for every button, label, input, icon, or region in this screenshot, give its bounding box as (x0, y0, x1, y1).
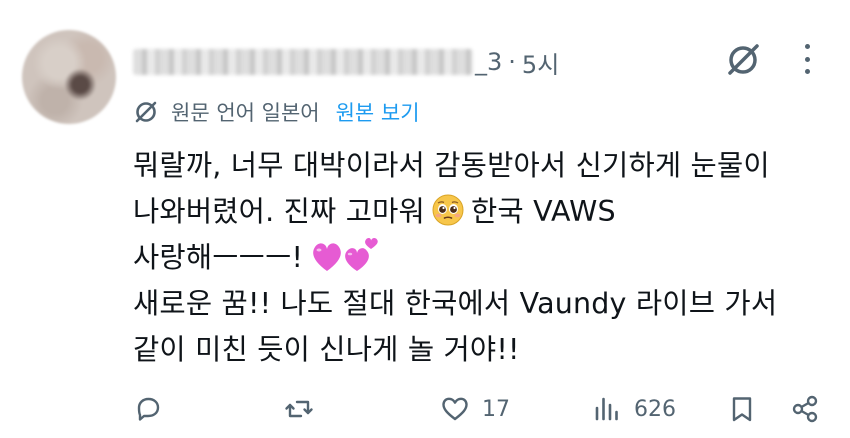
bookmark-button[interactable] (727, 385, 757, 433)
reply-icon (137, 397, 160, 421)
share-button[interactable] (790, 385, 820, 433)
views-count: 626 (634, 396, 676, 422)
post-body: 뭐랄까, 너무 대박이라서 감동받아서 신기하게 눈물이 나와버렸어. 진짜 고… (133, 143, 833, 373)
reply-button[interactable] (133, 385, 175, 433)
grok-icon[interactable] (724, 42, 764, 78)
two-hearts-emoji (313, 238, 378, 271)
body-line: 새로운 꿈!! 나도 절대 한국에서 Vaundy 라이브 가서 (133, 287, 778, 320)
repost-button[interactable] (284, 385, 326, 433)
post-time[interactable]: 5시 (522, 45, 559, 80)
like-button[interactable]: 17 (440, 385, 510, 433)
body-line: 나와버렸어. 진짜 고마워 한국 VAWS (133, 189, 833, 235)
share-icon (792, 395, 818, 423)
views-icon (595, 397, 618, 421)
translation-row: 원문 언어 일본어 원본 보기 (133, 97, 420, 127)
blurred-user-name[interactable] (133, 49, 473, 75)
post-header: _3 · 5시 (133, 40, 559, 84)
body-line-text: 한국 VAWS (470, 195, 616, 228)
separator-dot: · (508, 48, 516, 76)
body-line: 사랑해ㅡㅡㅡ! (133, 235, 833, 281)
repost-icon (285, 400, 313, 418)
bookmark-icon (732, 397, 752, 422)
like-count: 17 (482, 396, 510, 422)
translation-label: 원문 언어 일본어 (171, 101, 320, 125)
pleading-face-emoji (432, 194, 464, 226)
handle-tail: _3 (475, 48, 503, 76)
show-original-link[interactable]: 원본 보기 (336, 97, 420, 127)
body-line: 뭐랄까, 너무 대박이라서 감동받아서 신기하게 눈물이 (133, 149, 770, 182)
body-line: 같이 미친 듯이 신나게 놀 거야!! (133, 333, 520, 366)
translate-icon (135, 101, 157, 123)
views-button[interactable]: 626 (592, 385, 676, 433)
heart-icon (442, 397, 468, 421)
more-options-icon[interactable] (800, 44, 814, 74)
action-bar: 17 626 (0, 385, 850, 433)
body-line-text: 사랑해ㅡㅡㅡ! (133, 241, 304, 274)
avatar[interactable] (22, 30, 116, 124)
body-line-text: 나와버렸어. 진짜 고마워 (133, 195, 425, 228)
